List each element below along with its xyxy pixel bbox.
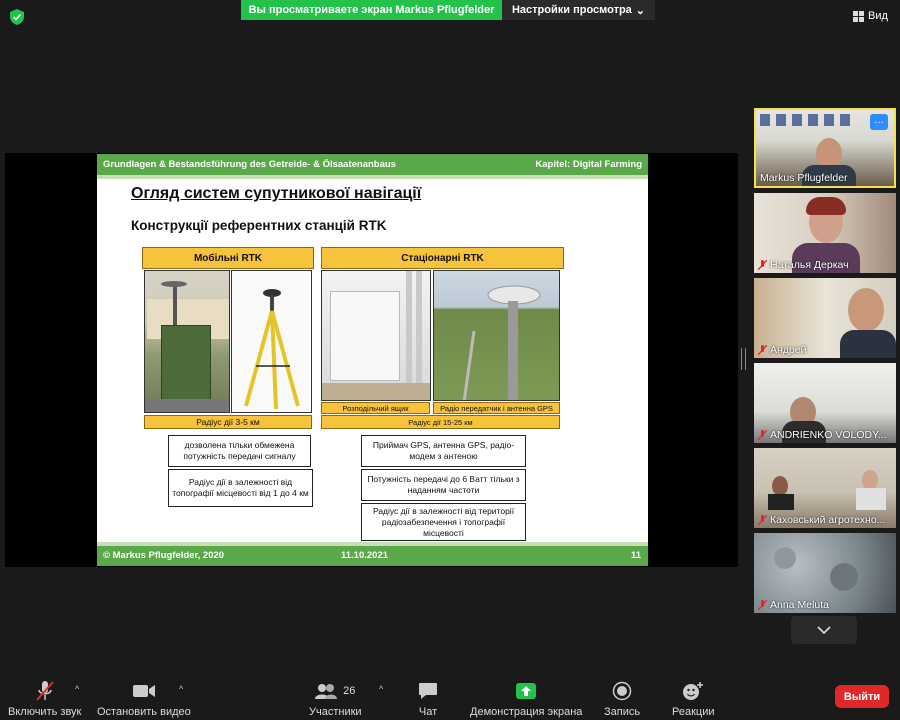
slide-footer-date: 11.10.2021 <box>341 550 389 561</box>
stop-video-button[interactable]: Остановить видео <box>97 680 191 718</box>
share-banner-text: Вы просматриваете экран Markus Pflugfeld… <box>248 4 495 16</box>
reactions-label: Реакции <box>672 706 715 718</box>
wall-posters <box>760 114 880 128</box>
participant-tile[interactable]: ANDRIENKO VOLODY... <box>754 363 896 443</box>
chevron-down-icon <box>817 626 831 634</box>
splitter-handle[interactable] <box>741 348 746 370</box>
grid-view-icon <box>853 10 864 22</box>
slide-subtitle: Конструкції референтних станцій RTK <box>131 218 387 233</box>
view-button[interactable]: Вид <box>853 10 888 22</box>
participant-tile[interactable]: Наталья Деркач <box>754 193 896 273</box>
view-button-label: Вид <box>868 10 888 22</box>
participant-name: Андрей <box>758 344 806 356</box>
participants-button[interactable]: 26 Участники <box>309 680 362 718</box>
radio-antenna-photo <box>433 270 560 401</box>
slide-header: Grundlagen & Bestandsführung des Getreid… <box>97 154 648 175</box>
mute-button[interactable]: Включить звук <box>8 680 81 718</box>
mute-label: Включить звук <box>8 706 82 718</box>
mobile-rtk-header: Мобільні RTK <box>142 247 314 269</box>
participant-tile-active[interactable]: ··· Markus Pflugfelder <box>754 108 896 188</box>
chat-button[interactable]: Чат <box>418 680 438 718</box>
share-label: Демонстрация экрана <box>470 706 583 718</box>
encryption-shield-icon[interactable] <box>10 9 24 25</box>
mic-muted-icon <box>758 514 767 525</box>
participant-name: Markus Pflugfelder <box>760 172 848 184</box>
zoom-meeting-window: Вы просматриваете экран Markus Pflugfeld… <box>0 0 900 720</box>
mic-muted-icon <box>758 429 767 440</box>
video-camera-icon <box>132 685 155 697</box>
mobile-note-radius: Радіус дії в залежності від топографії м… <box>168 469 313 507</box>
mobile-radius-caption: Радіус дії 3-5 км <box>144 415 312 429</box>
slide-header-chapter: Kapitel: Digital Farming <box>535 159 642 170</box>
stationary-note-radius: Радіус дії в залежності від території ра… <box>361 503 526 541</box>
chat-label: Чат <box>418 706 438 718</box>
view-settings-label: Настройки просмотра <box>511 4 632 16</box>
distribution-box-photo <box>321 270 431 401</box>
view-settings-dropdown[interactable]: Настройки просмотра ⌄ <box>502 0 655 20</box>
leave-meeting-button[interactable]: Выйти <box>835 685 889 708</box>
participant-name: Наталья Деркач <box>758 259 849 271</box>
mic-muted-icon <box>758 599 767 610</box>
record-button[interactable]: Запись <box>604 680 640 718</box>
participant-name: Anna Meluta <box>758 599 829 611</box>
mic-muted-icon <box>758 344 767 355</box>
participants-label: Участники <box>309 706 362 718</box>
chat-bubble-icon <box>419 683 437 699</box>
ellipsis-icon: ··· <box>874 116 884 128</box>
share-screen-button[interactable]: Демонстрация экрана <box>470 680 582 718</box>
slide-title: Огляд систем супутникової навігації <box>131 185 422 202</box>
radio-antenna-caption: Радіо передатчик і антенна GPS <box>433 402 560 414</box>
record-label: Запись <box>604 706 641 718</box>
screen-share-banner: Вы просматриваете экран Markus Pflugfeld… <box>241 0 502 20</box>
stationary-note-equipment: Приймач GPS, антенна GPS, радіо-модем з … <box>361 435 526 467</box>
mic-muted-icon <box>758 259 767 270</box>
participant-name: Каховський агротехно... <box>758 514 885 526</box>
share-screen-icon <box>516 683 537 699</box>
leave-label: Выйти <box>843 690 881 703</box>
slide-footer-copyright: © Markus Pflugfelder, 2020 <box>103 550 225 561</box>
stationary-radius-caption: Радіус дії 15-25 км <box>321 415 560 429</box>
slide-header-stripe <box>97 175 648 179</box>
stationary-rtk-header: Стаціонарні RTK <box>321 247 564 269</box>
mic-muted-icon <box>35 681 54 701</box>
audio-options-caret[interactable]: ^ <box>75 684 79 694</box>
smiley-plus-icon <box>683 682 704 700</box>
record-icon <box>612 681 632 701</box>
slide-footer-page: 11 <box>631 550 642 561</box>
participant-name: ANDRIENKO VOLODY... <box>758 429 887 441</box>
participant-tile[interactable]: Каховський агротехно... <box>754 448 896 528</box>
participant-tile[interactable]: Anna Meluta <box>754 533 896 613</box>
slide-header-course: Grundlagen & Bestandsführung des Getreid… <box>103 159 396 170</box>
distribution-box-caption: Розподільчий ящик <box>321 402 430 414</box>
participant-tile[interactable]: Андрей <box>754 278 896 358</box>
participants-options-caret[interactable]: ^ <box>379 684 383 694</box>
stationary-note-power: Потужність передачі до 6 Ватт тільки з н… <box>361 469 526 501</box>
more-options-button[interactable]: ··· <box>870 114 888 130</box>
reactions-button[interactable]: Реакции <box>672 680 715 718</box>
mobile-note-power: дозволена тільки обмежена потужність пер… <box>168 435 311 467</box>
slide-footer: © Markus Pflugfelder, 2020 11.10.2021 11 <box>97 546 648 566</box>
video-options-caret[interactable]: ^ <box>179 684 183 694</box>
presentation-slide: Grundlagen & Bestandsführung des Getreid… <box>97 154 648 566</box>
participants-count: 26 <box>343 685 356 697</box>
scroll-down-button[interactable] <box>791 616 857 644</box>
chevron-down-icon: ⌄ <box>635 4 646 17</box>
tripod-antenna-photo <box>231 270 312 413</box>
mobile-station-photo <box>144 270 230 413</box>
participants-icon <box>315 684 338 699</box>
video-label: Остановить видео <box>97 706 191 718</box>
